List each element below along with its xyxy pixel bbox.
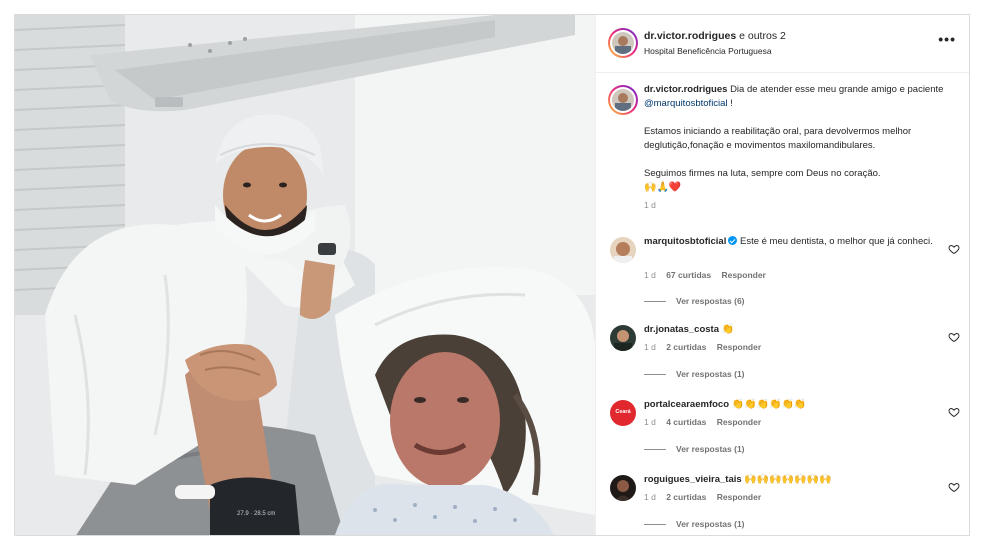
- comment-text: roguigues_vieira_tais 🙌🙌🙌🙌🙌🙌🙌: [644, 473, 934, 487]
- avatar: [612, 89, 634, 111]
- view-replies-label: Ver respostas (1): [676, 369, 745, 379]
- view-replies-label: Ver respostas (1): [676, 519, 745, 529]
- comment-text: dr.jonatas_costa 👏: [644, 323, 934, 337]
- header-avatar-ring[interactable]: [608, 28, 638, 58]
- comment-body: Este é meu dentista, o melhor que já con…: [739, 236, 933, 247]
- hospital-wristband: [175, 485, 215, 499]
- divider-line: [644, 524, 666, 526]
- comment-meta: 1 d 2 curtidas Responder: [644, 492, 769, 502]
- caption-line-1-end: !: [727, 98, 733, 109]
- avatar-logo-text: Ceará: [615, 409, 631, 415]
- view-replies-button[interactable]: Ver respostas (1): [644, 369, 745, 379]
- comment-username[interactable]: portalcearaemfoco: [644, 399, 729, 410]
- comment-text: portalcearaemfoco 👏👏👏👏👏👏: [644, 398, 934, 412]
- avatar[interactable]: Ceará: [610, 400, 636, 426]
- caption-mention[interactable]: @marquitosbtoficial: [644, 98, 728, 109]
- divider-line: [644, 374, 666, 376]
- view-replies-button[interactable]: Ver respostas (6): [644, 296, 745, 306]
- comment-time[interactable]: 1 d: [644, 492, 656, 502]
- comment-likes[interactable]: 2 curtidas: [666, 492, 706, 502]
- view-replies-label: Ver respostas (6): [676, 296, 745, 306]
- caption-time[interactable]: 1 d: [644, 198, 944, 212]
- avatar[interactable]: [610, 475, 636, 501]
- more-horizontal-icon[interactable]: •••: [938, 31, 956, 47]
- comment-time[interactable]: 1 d: [644, 342, 656, 352]
- comment-meta: 1 d 4 curtidas Responder: [644, 417, 769, 427]
- post-side-panel: dr.victor.rodrigues e outros 2 Hospital …: [595, 15, 969, 535]
- caption-line-2: Estamos iniciando a reabilitação oral, p…: [644, 126, 912, 151]
- instagram-post-modal: 27.9 · 28.5 cm dr.victor.rodrigues e out: [14, 14, 970, 536]
- post-photo[interactable]: 27.9 · 28.5 cm: [15, 15, 595, 535]
- caption-line-1: Dia de atender esse meu grande amigo e p…: [730, 84, 944, 95]
- view-replies-button[interactable]: Ver respostas (1): [644, 519, 745, 529]
- comment-time[interactable]: 1 d: [644, 417, 656, 427]
- cuff-label: 27.9 · 28.5 cm: [237, 511, 275, 517]
- photo-illustration: 27.9 · 28.5 cm: [15, 15, 595, 535]
- comment-username[interactable]: roguigues_vieira_tais: [644, 474, 742, 485]
- comment-body: 🙌🙌🙌🙌🙌🙌🙌: [744, 474, 832, 485]
- post-header: dr.victor.rodrigues e outros 2 Hospital …: [596, 15, 969, 73]
- verified-badge-icon: [728, 236, 738, 245]
- heart-outline-icon[interactable]: [948, 406, 960, 418]
- avatar: [612, 32, 634, 54]
- heart-outline-icon[interactable]: [948, 243, 960, 255]
- comment-body: 👏: [721, 324, 735, 335]
- reply-button[interactable]: Responder: [717, 417, 761, 427]
- heart-outline-icon[interactable]: [948, 481, 960, 493]
- caption-emojis: 🙌🙏❤️: [644, 182, 682, 193]
- view-replies-button[interactable]: Ver respostas (1): [644, 444, 745, 454]
- caption-line-3: Seguimos firmes na luta, sempre com Deus…: [644, 168, 881, 179]
- comment-meta: 1 d 2 curtidas Responder: [644, 342, 769, 352]
- reply-button[interactable]: Responder: [717, 342, 761, 352]
- divider-line: [644, 301, 666, 303]
- reply-button[interactable]: Responder: [721, 270, 765, 280]
- comments-list[interactable]: dr.victor.rodrigues Dia de atender esse …: [596, 73, 969, 535]
- comment-username[interactable]: marquitosbtoficial: [644, 236, 726, 247]
- reply-button[interactable]: Responder: [717, 492, 761, 502]
- smartwatch: [318, 243, 336, 255]
- header-coauthors[interactable]: e outros 2: [739, 30, 786, 42]
- comment-likes[interactable]: 4 curtidas: [666, 417, 706, 427]
- comment-time[interactable]: 1 d: [644, 270, 656, 280]
- comment-text: marquitosbtoficial Este é meu dentista, …: [644, 235, 934, 249]
- header-user-line: dr.victor.rodrigues e outros 2: [644, 30, 786, 42]
- header-location[interactable]: Hospital Beneficência Portuguesa: [644, 46, 772, 56]
- comment-meta: 1 d 67 curtidas Responder: [644, 270, 774, 280]
- caption-text: dr.victor.rodrigues Dia de atender esse …: [644, 83, 944, 212]
- header-username[interactable]: dr.victor.rodrigues: [644, 30, 736, 42]
- divider-line: [644, 449, 666, 451]
- view-replies-label: Ver respostas (1): [676, 444, 745, 454]
- comment-likes[interactable]: 67 curtidas: [666, 270, 711, 280]
- avatar[interactable]: [610, 237, 636, 263]
- heart-outline-icon[interactable]: [948, 331, 960, 343]
- comment-body: 👏👏👏👏👏👏: [731, 399, 807, 410]
- avatar[interactable]: [610, 325, 636, 351]
- comment-username[interactable]: dr.jonatas_costa: [644, 324, 719, 335]
- blood-pressure-cuff: [210, 477, 300, 535]
- caption-username[interactable]: dr.victor.rodrigues: [644, 84, 727, 95]
- comment-likes[interactable]: 2 curtidas: [666, 342, 706, 352]
- caption-avatar-ring[interactable]: [608, 85, 638, 115]
